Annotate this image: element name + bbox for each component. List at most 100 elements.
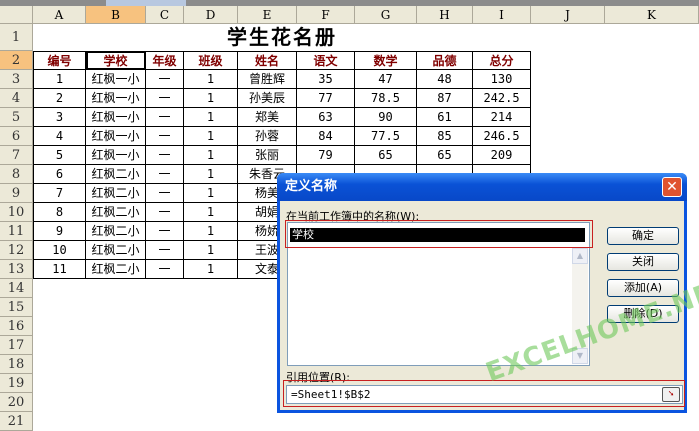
- table-cell[interactable]: 1: [33, 70, 86, 89]
- row-header-4[interactable]: 4: [0, 89, 33, 108]
- table-cell[interactable]: 郑美: [238, 108, 297, 127]
- table-cell[interactable]: 77.5: [355, 127, 417, 146]
- row-header-15[interactable]: 15: [0, 298, 33, 317]
- table-cell[interactable]: 张丽: [238, 146, 297, 165]
- row-header-6[interactable]: 6: [0, 127, 33, 146]
- table-cell[interactable]: 11: [33, 260, 86, 279]
- column-header-G[interactable]: G: [355, 6, 417, 24]
- table-cell[interactable]: 246.5: [473, 127, 531, 146]
- table-cell[interactable]: 1: [184, 108, 238, 127]
- header-cell[interactable]: 年级: [146, 51, 184, 70]
- table-cell[interactable]: 47: [355, 70, 417, 89]
- table-cell[interactable]: 红枫二小: [86, 203, 146, 222]
- row-header-9[interactable]: 9: [0, 184, 33, 203]
- header-cell[interactable]: 数学: [355, 51, 417, 70]
- row-header-17[interactable]: 17: [0, 336, 33, 355]
- header-cell[interactable]: 总分: [473, 51, 531, 70]
- table-cell[interactable]: 1: [184, 203, 238, 222]
- ok-button[interactable]: 确定: [607, 227, 679, 245]
- row-header-14[interactable]: 14: [0, 279, 33, 298]
- row-header-3[interactable]: 3: [0, 70, 33, 89]
- table-cell[interactable]: 1: [184, 146, 238, 165]
- table-cell[interactable]: 7: [33, 184, 86, 203]
- table-cell[interactable]: 214: [473, 108, 531, 127]
- table-cell[interactable]: 1: [184, 260, 238, 279]
- row-header-10[interactable]: 10: [0, 203, 33, 222]
- table-cell[interactable]: 48: [417, 70, 473, 89]
- column-header-A[interactable]: A: [33, 6, 86, 24]
- header-cell[interactable]: 语文: [297, 51, 355, 70]
- row-header-13[interactable]: 13: [0, 260, 33, 279]
- table-cell[interactable]: 一: [146, 260, 184, 279]
- table-cell[interactable]: 130: [473, 70, 531, 89]
- table-cell[interactable]: 红枫二小: [86, 184, 146, 203]
- table-cell[interactable]: 1: [184, 184, 238, 203]
- table-cell[interactable]: 63: [297, 108, 355, 127]
- table-cell[interactable]: 3: [33, 108, 86, 127]
- row-header-2[interactable]: 2: [0, 51, 33, 70]
- table-cell[interactable]: 红枫二小: [86, 165, 146, 184]
- scroll-up-icon[interactable]: ▲: [572, 248, 588, 264]
- table-cell[interactable]: 1: [184, 241, 238, 260]
- table-cell[interactable]: 61: [417, 108, 473, 127]
- table-cell[interactable]: 10: [33, 241, 86, 260]
- table-cell[interactable]: 78.5: [355, 89, 417, 108]
- row-header-19[interactable]: 19: [0, 374, 33, 393]
- table-cell[interactable]: 一: [146, 127, 184, 146]
- column-header-F[interactable]: F: [297, 6, 355, 24]
- table-cell[interactable]: 2: [33, 89, 86, 108]
- table-cell[interactable]: 红枫一小: [86, 127, 146, 146]
- row-header-12[interactable]: 12: [0, 241, 33, 260]
- header-cell[interactable]: 品德: [417, 51, 473, 70]
- table-cell[interactable]: 77: [297, 89, 355, 108]
- table-cell[interactable]: 一: [146, 146, 184, 165]
- table-cell[interactable]: 一: [146, 165, 184, 184]
- header-cell[interactable]: 班级: [184, 51, 238, 70]
- row-header-16[interactable]: 16: [0, 317, 33, 336]
- table-cell[interactable]: 孙美辰: [238, 89, 297, 108]
- row-header-18[interactable]: 18: [0, 355, 33, 374]
- table-cell[interactable]: 一: [146, 89, 184, 108]
- table-cell[interactable]: 90: [355, 108, 417, 127]
- table-cell[interactable]: 65: [355, 146, 417, 165]
- table-cell[interactable]: 85: [417, 127, 473, 146]
- table-cell[interactable]: 红枫一小: [86, 146, 146, 165]
- column-header-H[interactable]: H: [417, 6, 473, 24]
- table-cell[interactable]: 孙蓉: [238, 127, 297, 146]
- table-cell[interactable]: 79: [297, 146, 355, 165]
- table-cell[interactable]: 35: [297, 70, 355, 89]
- table-cell[interactable]: 一: [146, 108, 184, 127]
- table-cell[interactable]: 一: [146, 222, 184, 241]
- header-cell[interactable]: 编号: [33, 51, 86, 70]
- table-cell[interactable]: 1: [184, 127, 238, 146]
- table-cell[interactable]: 1: [184, 222, 238, 241]
- column-header-I[interactable]: I: [473, 6, 531, 24]
- table-cell[interactable]: 8: [33, 203, 86, 222]
- close-button[interactable]: 关闭: [607, 253, 679, 271]
- column-header-D[interactable]: D: [184, 6, 238, 24]
- table-cell[interactable]: 红枫二小: [86, 222, 146, 241]
- row-header-8[interactable]: 8: [0, 165, 33, 184]
- table-cell[interactable]: 1: [184, 89, 238, 108]
- table-cell[interactable]: 曾胜辉: [238, 70, 297, 89]
- table-cell[interactable]: 红枫二小: [86, 260, 146, 279]
- row-header-11[interactable]: 11: [0, 222, 33, 241]
- table-cell[interactable]: 84: [297, 127, 355, 146]
- table-cell[interactable]: 1: [184, 165, 238, 184]
- table-cell[interactable]: 1: [184, 70, 238, 89]
- table-cell[interactable]: 红枫一小: [86, 70, 146, 89]
- row-header-21[interactable]: 21: [0, 412, 33, 431]
- table-cell[interactable]: 一: [146, 70, 184, 89]
- table-cell[interactable]: 一: [146, 184, 184, 203]
- column-header-E[interactable]: E: [238, 6, 297, 24]
- close-icon[interactable]: ✕: [662, 177, 682, 197]
- table-cell[interactable]: 5: [33, 146, 86, 165]
- table-cell[interactable]: 一: [146, 241, 184, 260]
- table-cell[interactable]: 209: [473, 146, 531, 165]
- select-all-corner[interactable]: [0, 6, 33, 24]
- row-header-5[interactable]: 5: [0, 108, 33, 127]
- table-cell[interactable]: 6: [33, 165, 86, 184]
- column-header-J[interactable]: J: [531, 6, 605, 24]
- table-cell[interactable]: 242.5: [473, 89, 531, 108]
- row-header-1[interactable]: 1: [0, 24, 33, 51]
